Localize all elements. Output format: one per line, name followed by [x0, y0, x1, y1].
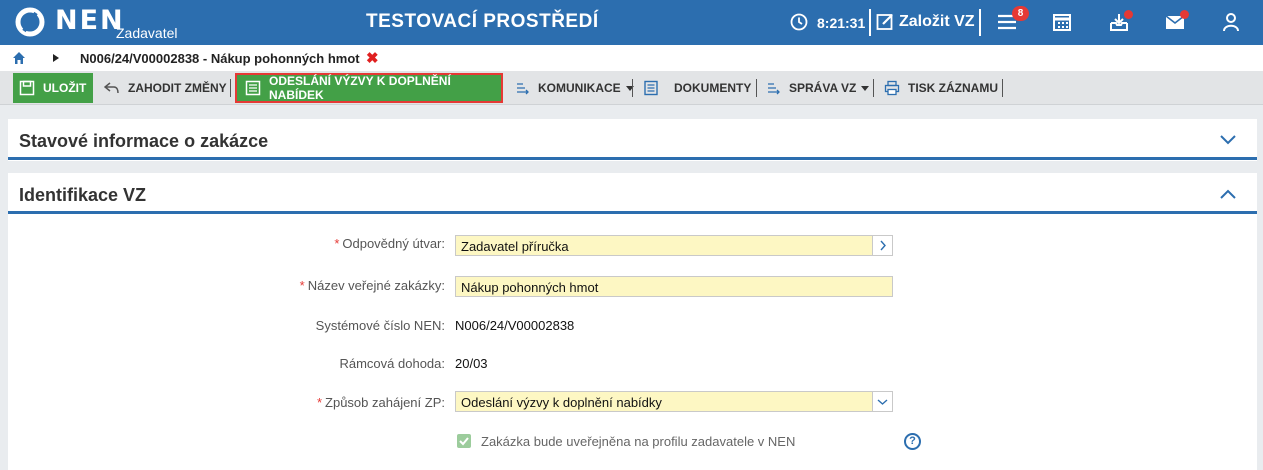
responsible-unit-field[interactable]: Zadavatel příručka: [455, 235, 893, 256]
toolbar-divider: [632, 79, 633, 97]
system-number-value: N006/24/V00002838: [455, 318, 575, 333]
chevron-right-icon: [880, 240, 886, 251]
chevron-up-icon[interactable]: [1219, 188, 1237, 200]
initiation-method-select[interactable]: Odeslání výzvy k doplnění nabídky: [455, 391, 893, 412]
document-list-icon: [245, 80, 261, 96]
logo-subtitle: Zadavatel: [116, 25, 178, 41]
system-number-label: Systémové číslo NEN:: [315, 318, 445, 333]
publish-profile-checkbox[interactable]: [457, 434, 471, 448]
dropdown-toggle[interactable]: [872, 392, 892, 411]
discard-changes-button[interactable]: ZAHODIT ZMĚNY: [104, 73, 227, 103]
required-marker: *: [334, 236, 340, 251]
communication-menu[interactable]: KOMUNIKACE: [516, 73, 634, 103]
identification-header[interactable]: Identifikace VZ: [8, 173, 1257, 214]
print-record-label: TISK ZÁZNAMU: [908, 81, 998, 95]
close-icon[interactable]: ✖: [366, 49, 379, 67]
notification-badge: 8: [1012, 6, 1029, 21]
header-divider: [869, 9, 871, 36]
open-detail-button[interactable]: [872, 236, 892, 255]
undo-icon: [104, 82, 119, 94]
user-icon[interactable]: [1220, 11, 1242, 33]
documents-label: DOKUMENTY: [674, 81, 752, 95]
identification-panel: Identifikace VZ * Odpovědný útvar: Zadava…: [8, 173, 1257, 470]
framework-agreement-label: Rámcová dohoda:: [339, 356, 445, 371]
check-icon: [459, 437, 469, 446]
toolbar-divider: [873, 79, 874, 97]
manage-contract-menu[interactable]: SPRÁVA VZ: [767, 73, 870, 103]
toolbar-divider: [1002, 79, 1003, 97]
responsible-unit-value: Zadavatel příručka: [461, 239, 569, 254]
publish-profile-label: Zakázka bude uveřejněna na profilu zadav…: [481, 434, 796, 449]
create-contract-button[interactable]: Založit VZ: [899, 13, 975, 31]
required-marker: *: [316, 395, 323, 410]
top-bar: NEN Zadavatel TESTOVACÍ PROSTŘEDÍ 8:21:3…: [0, 0, 1263, 45]
caret-down-icon: [861, 85, 870, 91]
help-icon[interactable]: ?: [904, 433, 921, 450]
required-marker: *: [299, 278, 305, 293]
floppy-icon: [19, 80, 35, 96]
session-clock: 8:21:31: [817, 15, 866, 31]
mail-alert-dot: [1180, 10, 1189, 19]
discard-changes-label: ZAHODIT ZMĚNY: [128, 81, 227, 95]
status-info-panel: Stavové informace o zakázce: [8, 119, 1257, 161]
status-info-header[interactable]: Stavové informace o zakázce: [8, 119, 1257, 160]
inbox-alert-dot: [1124, 10, 1133, 19]
documents-button[interactable]: DOKUMENTY: [643, 73, 751, 103]
save-button[interactable]: ULOŽIT: [13, 73, 93, 103]
send-request-button[interactable]: ODESLÁNÍ VÝZVY K DOPLNĚNÍ NABÍDEK: [235, 73, 503, 103]
toolbar-divider: [756, 79, 757, 97]
clock-icon: [790, 13, 808, 31]
chevron-right-icon: [53, 54, 59, 62]
contract-name-label: * Název veřejné zakázky:: [299, 278, 445, 293]
home-icon[interactable]: [12, 51, 26, 65]
list-arrow-icon: [768, 83, 780, 95]
contract-name-value: Nákup pohonných hmot: [461, 280, 599, 295]
identification-title: Identifikace VZ: [19, 185, 147, 205]
breadcrumb-current-page[interactable]: N006/24/V00002838 - Nákup pohonných hmot: [80, 51, 360, 66]
logo-text[interactable]: NEN: [55, 5, 125, 36]
status-info-title: Stavové informace o zakázce: [19, 131, 269, 151]
breadcrumb: N006/24/V00002838 - Nákup pohonných hmot…: [0, 45, 1263, 71]
initiation-method-label: * Způsob zahájení ZP:: [316, 395, 445, 410]
environment-title: TESTOVACÍ PROSTŘEDÍ: [366, 11, 599, 32]
header-divider: [979, 9, 981, 36]
print-record-button[interactable]: TISK ZÁZNAMU: [884, 73, 998, 103]
list-arrow-icon: [517, 83, 529, 95]
send-request-label: ODESLÁNÍ VÝZVY K DOPLNĚNÍ NABÍDEK: [269, 74, 451, 102]
chevron-down-icon[interactable]: [1219, 134, 1237, 146]
manage-contract-label: SPRÁVA VZ: [789, 81, 857, 95]
document-icon: [644, 80, 658, 96]
responsible-unit-label: * Odpovědný útvar:: [334, 236, 445, 251]
printer-icon: [884, 80, 900, 96]
chevron-down-icon: [877, 399, 888, 405]
contract-name-field[interactable]: Nákup pohonných hmot: [455, 276, 893, 297]
framework-agreement-value: 20/03: [455, 356, 488, 371]
initiation-method-value: Odeslání výzvy k doplnění nabídky: [461, 395, 662, 410]
nen-logo-icon[interactable]: [14, 7, 47, 37]
save-button-label: ULOŽIT: [43, 81, 87, 95]
edit-icon[interactable]: [876, 12, 895, 31]
calendar-icon[interactable]: [1051, 11, 1073, 33]
communication-label: KOMUNIKACE: [538, 81, 621, 95]
toolbar-divider: [230, 79, 231, 97]
action-toolbar: ULOŽIT ZAHODIT ZMĚNY ODESLÁNÍ VÝZVY K DO…: [0, 71, 1263, 105]
